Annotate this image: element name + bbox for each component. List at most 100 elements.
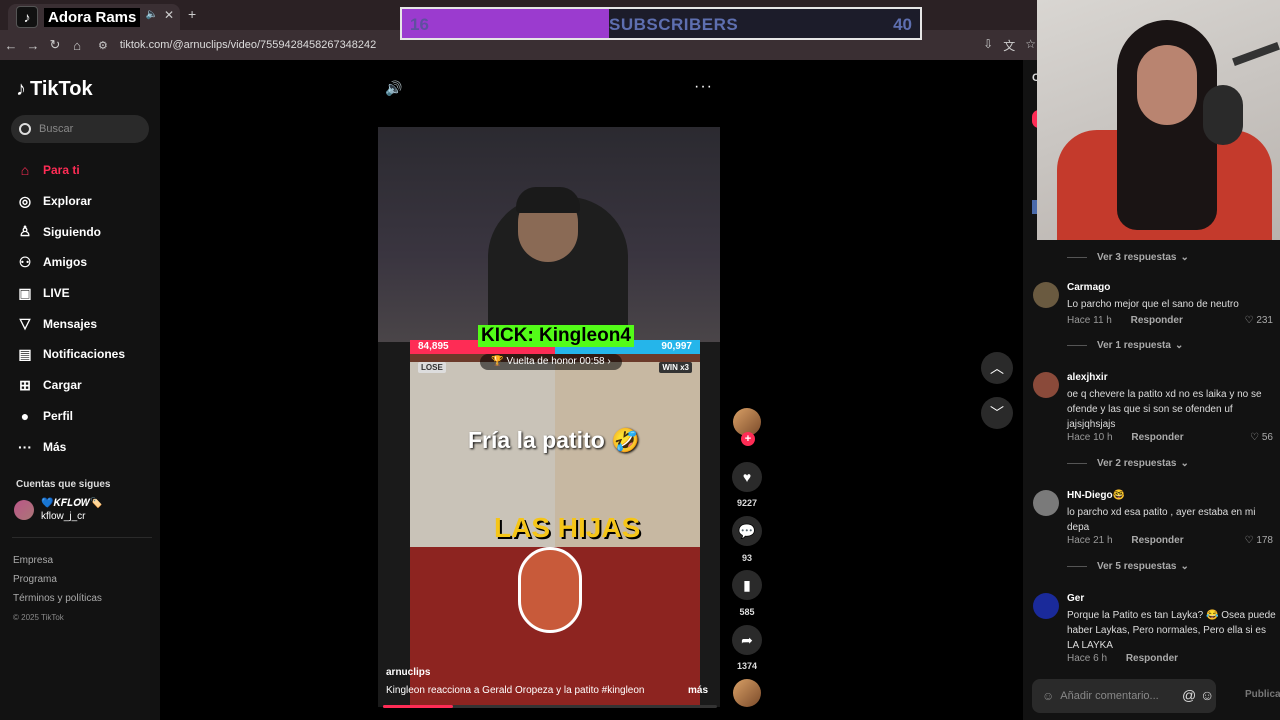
comment-input-box[interactable]: ☺ @ ☺ (1032, 679, 1216, 713)
sidebar-item-perfil[interactable]: ● Perfil (16, 401, 125, 432)
comment-meta: Hace 6 h Responder (1067, 653, 1178, 664)
comment-like[interactable]: ♡ 178 (1245, 535, 1273, 546)
avatar (14, 500, 34, 520)
profile-icon: ● (20, 407, 30, 424)
music-disc-icon[interactable] (733, 679, 761, 707)
heart-icon: ♥ (742, 469, 752, 485)
video-caption: Fría la patito 🤣 (468, 427, 640, 453)
video-description: Kingleon reacciona a Gerald Oropeza y la… (386, 685, 646, 696)
tiktok-logo[interactable]: ♪ TikTok (16, 78, 93, 101)
sticker-icon[interactable]: ☺ (1042, 689, 1054, 703)
like-count: 9227 (736, 498, 758, 508)
followed-account[interactable]: 💙𝑲𝑭𝑳𝑶𝑾🏷️ kflow_j_cr (14, 497, 103, 523)
like-count: 178 (1256, 535, 1273, 546)
sidebar-item-notificaciones[interactable]: ▤ Notificaciones (16, 339, 125, 370)
video-player[interactable]: 84,895 90,997 🏆 Vuelta de honor 00:58 › … (378, 127, 720, 707)
site-info-icon[interactable]: ⚙ (98, 39, 108, 52)
comment-text: oe q chevere la patito xd no es laika y … (1067, 389, 1262, 430)
forward-icon[interactable]: → (22, 38, 44, 53)
comment-item: HN-Diego🤓 lo parcho xd esa patito , ayer… (1033, 490, 1273, 550)
sidebar-item-label: Cargar (43, 378, 82, 393)
comment-meta: Hace 11 h Responder (1067, 315, 1183, 326)
view-replies-link[interactable]: Ver 3 respuestas ⌄ (1067, 252, 1189, 263)
divider (1067, 566, 1087, 567)
sidebar-item-cargar[interactable]: ⊞ Cargar (16, 370, 125, 401)
footer-links: Empresa Programa Términos y políticas © … (13, 551, 102, 627)
like-button[interactable]: ♥ (732, 462, 762, 492)
comment-like[interactable]: ♡ 231 (1245, 315, 1273, 326)
url-field[interactable]: tiktok.com/@arnuclips/video/755942845826… (120, 39, 376, 51)
avatar[interactable] (1033, 490, 1059, 516)
footer-link-terminos[interactable]: Términos y políticas (13, 589, 102, 608)
search-input[interactable] (39, 123, 139, 135)
home-browser-icon[interactable]: ⌂ (66, 38, 88, 53)
streamer-webcam (1037, 0, 1280, 240)
view-replies-link[interactable]: Ver 1 respuesta ⌄ (1067, 340, 1183, 351)
video-progress-fill (383, 705, 454, 708)
sidebar-item-mas[interactable]: ··· Más (16, 431, 125, 462)
sidebar-item-siguiendo[interactable]: ♙ Siguiendo (16, 216, 125, 247)
comment-composer: ☺ @ ☺ Publicar (1032, 679, 1280, 713)
view-replies-link[interactable]: Ver 2 respuestas ⌄ (1067, 458, 1189, 469)
comment-button[interactable]: 💬 (732, 516, 762, 546)
sidebar-item-para-ti[interactable]: ⌂ Para ti (16, 155, 125, 186)
more-link[interactable]: más (688, 685, 708, 696)
sidebar-item-mensajes[interactable]: ▽ Mensajes (16, 308, 125, 339)
share-button[interactable]: ➦ (732, 625, 762, 655)
sidebar-item-amigos[interactable]: ⚇ Amigos (16, 247, 125, 278)
search-box[interactable] (11, 115, 149, 143)
more-options-icon[interactable]: ··· (694, 78, 713, 96)
comment-author[interactable]: HN-Diego🤓 (1067, 490, 1125, 501)
sidebar-item-label: Para ti (43, 163, 80, 178)
footer-link-empresa[interactable]: Empresa (13, 551, 102, 570)
browser-tab[interactable]: ♪ Adora Rams 🔈 ✕ (8, 4, 180, 30)
view-replies-link[interactable]: Ver 5 respuestas ⌄ (1067, 561, 1189, 572)
reply-button[interactable]: Responder (1131, 535, 1183, 546)
chevron-down-icon: ⌄ (1180, 561, 1189, 572)
close-icon[interactable]: ✕ (164, 8, 174, 22)
sound-icon[interactable]: 🔊 (385, 80, 402, 97)
comment-like[interactable]: ♡ 56 (1250, 432, 1273, 443)
view-replies-label: Ver 5 respuestas (1097, 561, 1177, 572)
emoji-icon[interactable]: ☺ (1200, 687, 1214, 703)
reply-button[interactable]: Responder (1131, 315, 1183, 326)
back-icon[interactable]: ← (0, 38, 22, 53)
comment-time: Hace 11 h (1067, 315, 1112, 326)
avatar[interactable] (1033, 372, 1059, 398)
speaker-icon[interactable]: 🔈 (146, 9, 158, 20)
save-button[interactable]: ▮ (732, 570, 762, 600)
comment-text: lo parcho xd esa patito , ayer estaba en… (1067, 507, 1256, 533)
comment-author[interactable]: alexjhxir (1067, 372, 1108, 383)
comment-input[interactable] (1060, 690, 1171, 702)
avatar[interactable] (1033, 282, 1059, 308)
comment-author[interactable]: Ger (1067, 593, 1084, 604)
sidebar-item-explorar[interactable]: ◎ Explorar (16, 186, 125, 217)
publish-button[interactable]: Publicar (1245, 689, 1280, 700)
tiktok-note-icon: ♪ (16, 78, 26, 100)
live-icon: ▣ (18, 284, 32, 301)
bookmark-icon: ▮ (743, 576, 751, 593)
previous-video-button[interactable]: ︿ (981, 352, 1013, 384)
bookmark-star-icon[interactable]: ☆ (1025, 37, 1036, 54)
comment-meta: Hace 21 h Responder (1067, 535, 1184, 546)
video-username[interactable]: arnuclips (386, 667, 430, 678)
screen: ♪ Adora Rams 🔈 ✕ + ← → ↻ ⌂ ⚙ tiktok.com/… (0, 0, 1280, 720)
follow-plus-icon[interactable]: + (741, 432, 755, 446)
sidebar-item-live[interactable]: ▣ LIVE (16, 278, 125, 309)
home-icon: ⌂ (20, 162, 30, 179)
next-video-button[interactable]: ﹀ (981, 397, 1013, 429)
footer-link-programa[interactable]: Programa (13, 570, 102, 589)
reply-button[interactable]: Responder (1126, 653, 1178, 664)
reload-icon[interactable]: ↻ (44, 37, 66, 53)
comment-icon: 💬 (738, 522, 756, 539)
avatar[interactable] (1033, 593, 1059, 619)
video-progress-bar[interactable] (383, 705, 717, 708)
new-tab-icon[interactable]: + (188, 6, 196, 22)
mention-icon[interactable]: @ (1182, 687, 1196, 703)
upload-icon: ⊞ (19, 376, 31, 393)
install-icon[interactable]: ⇩ (983, 37, 993, 54)
translate-icon[interactable]: 文 (1003, 37, 1015, 54)
comment-meta: Hace 10 h Responder (1067, 432, 1184, 443)
reply-button[interactable]: Responder (1131, 432, 1183, 443)
comment-author[interactable]: Carmago (1067, 282, 1110, 293)
